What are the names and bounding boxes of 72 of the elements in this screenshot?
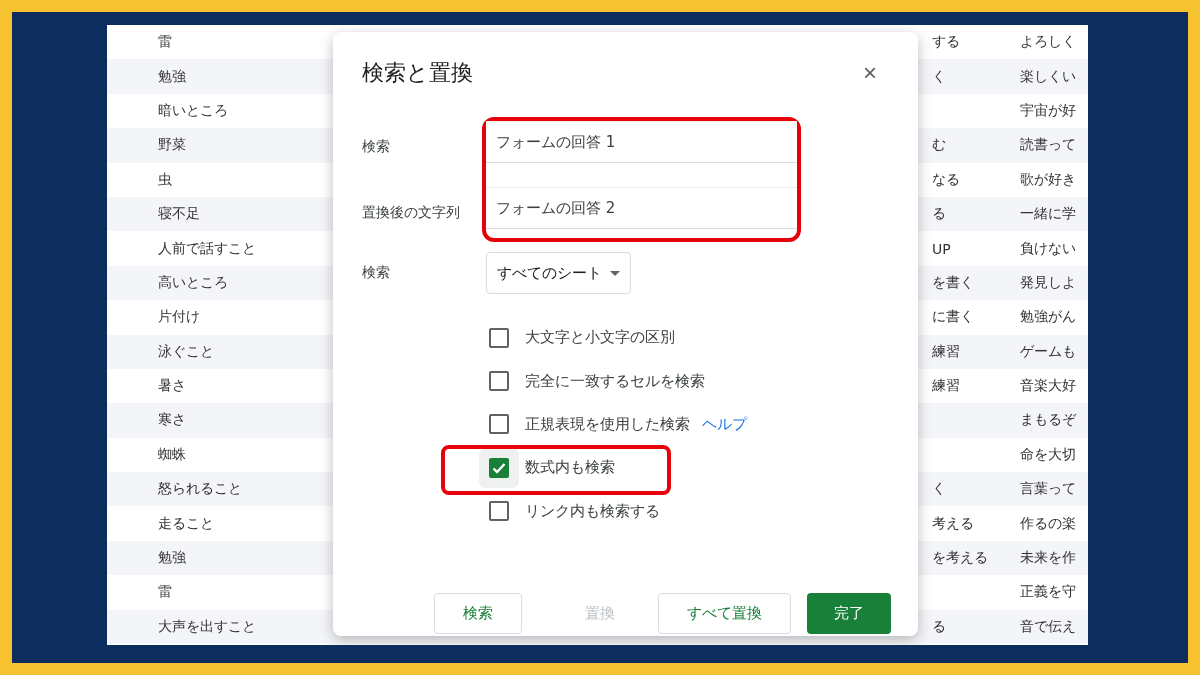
table-cell-text: まもるぞ bbox=[1020, 411, 1077, 430]
close-button[interactable]: × bbox=[863, 59, 889, 87]
checkbox[interactable] bbox=[489, 501, 509, 522]
table-cell-text: を考える bbox=[931, 549, 989, 568]
table-cell-text: 練習 bbox=[931, 342, 961, 361]
table-cell-text: 歌が好き bbox=[1020, 170, 1077, 189]
table-cell-text: 勉強がん bbox=[1020, 308, 1077, 327]
table-cell: 勉強 bbox=[158, 67, 186, 86]
table-cell-text: 考える bbox=[931, 514, 975, 533]
table-cell-text: UP bbox=[931, 240, 952, 257]
table-cell-text: る bbox=[931, 617, 947, 636]
table-cell: 人前で話すこと bbox=[158, 239, 256, 258]
table-cell: 泳ぐこと bbox=[158, 342, 214, 361]
table-cell: 虫 bbox=[158, 170, 172, 189]
checkbox-label: 完全に一致するセルを検索 bbox=[525, 371, 705, 391]
table-cell-text: 未来を作 bbox=[1020, 549, 1077, 568]
table-cell-text: 楽しくい bbox=[1020, 67, 1077, 86]
scope-dropdown[interactable]: すべてのシート bbox=[486, 252, 631, 294]
table-cell: 野菜 bbox=[158, 136, 186, 155]
table-cell: 怒られること bbox=[158, 480, 242, 499]
table-cell: 蜘蛛 bbox=[158, 445, 186, 464]
table-cell: 暑さ bbox=[158, 377, 186, 396]
replace-field[interactable]: フォームの回答 2 bbox=[486, 187, 797, 229]
field-label: 検索 bbox=[362, 137, 391, 156]
table-cell-text: する bbox=[931, 33, 961, 52]
table-cell: 大声を出すこと bbox=[158, 617, 256, 636]
dialog-button[interactable]: 検索 bbox=[434, 592, 522, 634]
search-field[interactable]: フォームの回答 1 bbox=[486, 121, 797, 163]
checkbox-label: 数式内も検索 bbox=[525, 458, 615, 478]
table-cell-text: る bbox=[931, 205, 947, 224]
table-cell-text: 練習 bbox=[931, 377, 961, 396]
table-cell-text: 命を大切 bbox=[1020, 445, 1077, 464]
table-cell-text: 発見しよ bbox=[1020, 273, 1077, 292]
table-cell-text: を書く bbox=[931, 273, 975, 292]
table-cell-text: む bbox=[931, 136, 947, 155]
table-cell-text: く bbox=[931, 67, 947, 86]
table-cell-text: 宇宙が好 bbox=[1020, 101, 1077, 120]
help-link[interactable]: ヘルプ bbox=[702, 414, 747, 434]
table-cell: 雷 bbox=[158, 33, 172, 52]
table-cell-text: 音で伝え bbox=[1020, 617, 1077, 636]
field-label: 検索 bbox=[362, 264, 391, 282]
table-cell: 雷 bbox=[158, 583, 172, 602]
table-cell-text: く bbox=[931, 480, 947, 499]
dialog-title: 検索と置換 bbox=[362, 59, 473, 87]
checkbox-label: リンク内も検索する bbox=[525, 501, 660, 521]
table-cell: 片付け bbox=[158, 308, 200, 327]
done-button[interactable]: 完了 bbox=[807, 592, 891, 634]
checkbox[interactable] bbox=[489, 371, 509, 392]
checkbox-label: 正規表現を使用した検索 bbox=[525, 414, 690, 434]
table-cell-text: よろしく bbox=[1020, 33, 1077, 52]
table-cell-text: 負けない bbox=[1020, 239, 1077, 258]
table-cell-text: 音楽大好 bbox=[1020, 377, 1077, 396]
table-cell-text: に書く bbox=[931, 308, 975, 327]
checkbox[interactable] bbox=[489, 327, 509, 348]
table-cell-text: 作るの楽 bbox=[1020, 514, 1077, 533]
caret-icon bbox=[610, 270, 620, 276]
table-cell: 勉強 bbox=[158, 549, 186, 568]
table-cell-text: 読書って bbox=[1020, 136, 1077, 155]
table-cell-text: 言葉って bbox=[1020, 480, 1077, 499]
field-label: 置換後の文字列 bbox=[362, 203, 461, 222]
dialog-button[interactable]: すべて置換 bbox=[658, 592, 791, 634]
table-cell-text: 正義を守 bbox=[1020, 583, 1077, 602]
table-cell: 寝不足 bbox=[158, 205, 200, 224]
table-cell: 寒さ bbox=[158, 411, 186, 430]
table-cell: 高いところ bbox=[158, 273, 228, 292]
checkbox[interactable] bbox=[489, 414, 509, 435]
checkbox-label: 大文字と小文字の区別 bbox=[525, 328, 675, 348]
table-cell-text: ゲームも bbox=[1020, 342, 1077, 361]
table-cell-text: 一緒に学 bbox=[1020, 205, 1077, 224]
table-cell: 暗いところ bbox=[158, 101, 228, 120]
table-cell-text: なる bbox=[931, 170, 961, 189]
table-cell: 走ること bbox=[158, 514, 214, 533]
